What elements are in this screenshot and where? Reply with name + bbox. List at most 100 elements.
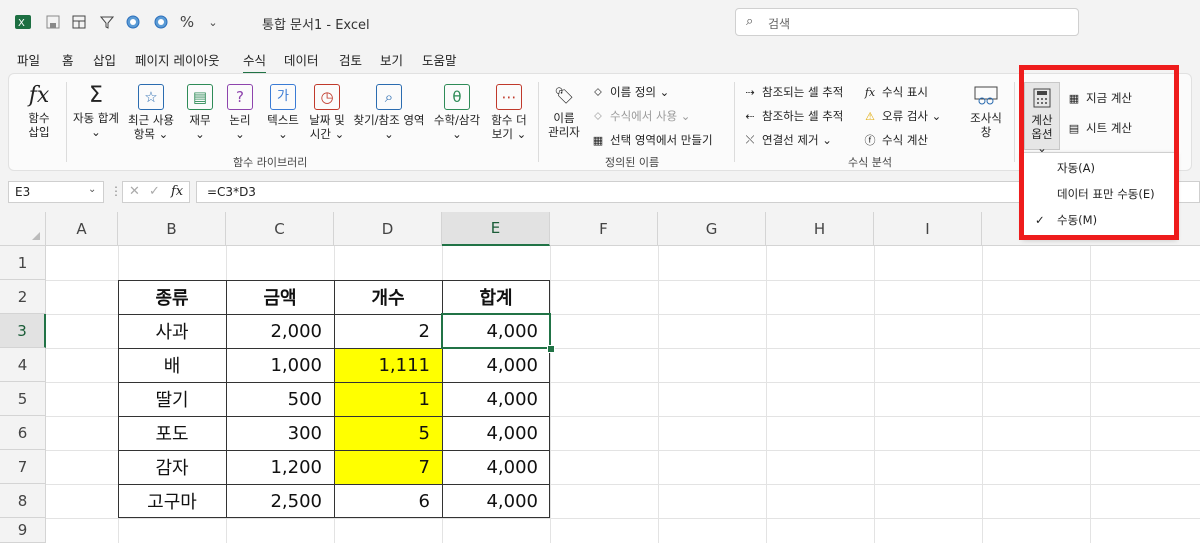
insert-function-button[interactable]: fx 함수 삽입 <box>20 84 58 140</box>
row-header-1[interactable]: 1 <box>0 246 46 280</box>
circle-icon-2[interactable] <box>152 13 170 31</box>
column-header-g[interactable]: G <box>658 212 766 246</box>
menu-page-layout[interactable]: 페이지 레이아웃 <box>135 50 219 69</box>
use-in-formula-button[interactable]: ⬦ 수식에서 사용 ⌄ <box>590 108 690 124</box>
fill-handle[interactable] <box>547 345 555 353</box>
save-icon[interactable] <box>44 13 62 31</box>
chevron-down-icon[interactable]: ⌄ <box>204 13 222 31</box>
autosum-button[interactable]: Σ 자동 합계 ⌄ <box>70 84 122 140</box>
insert-function-icon[interactable]: fx <box>171 184 183 199</box>
menu-review[interactable]: 검토 <box>339 50 362 69</box>
table-cell[interactable]: 6 <box>334 484 442 518</box>
table-cell[interactable]: 배 <box>118 348 226 382</box>
menu-formulas[interactable]: 수식 <box>243 50 267 75</box>
trace-dependents-button[interactable]: ⇠ 참조하는 셀 추적 <box>742 108 843 124</box>
row-header-2[interactable]: 2 <box>0 280 46 314</box>
percent-icon[interactable]: % <box>178 13 196 31</box>
column-header-h[interactable]: H <box>766 212 874 246</box>
table-cell[interactable]: 감자 <box>118 450 226 484</box>
menu-help[interactable]: 도움말 <box>422 50 457 69</box>
row-header-9[interactable]: 9 <box>0 518 46 543</box>
table-cell[interactable]: 5 <box>334 416 442 450</box>
row-header-5[interactable]: 5 <box>0 382 46 416</box>
column-header-f[interactable]: F <box>550 212 658 246</box>
row-header-3[interactable]: 3 <box>0 314 46 348</box>
table-cell[interactable]: 2,000 <box>226 314 334 348</box>
cancel-icon[interactable]: ✕ <box>129 184 140 199</box>
table-header-amount[interactable]: 금액 <box>226 280 334 314</box>
table-header-kind[interactable]: 종류 <box>118 280 226 314</box>
filter-icon[interactable] <box>98 13 116 31</box>
remove-arrows-button[interactable]: ⤬ 연결선 제거 ⌄ <box>742 132 832 148</box>
create-from-selection-button[interactable]: ▦ 선택 영역에서 만들기 <box>590 132 713 148</box>
table-cell[interactable]: 2 <box>334 314 442 348</box>
show-formulas-icon: fx <box>864 85 876 99</box>
table-cell[interactable]: 1,200 <box>226 450 334 484</box>
table-header-count[interactable]: 개수 <box>334 280 442 314</box>
financial-button[interactable]: ▤ 재무 ⌄ <box>182 84 218 141</box>
trace-precedents-button[interactable]: ⇢ 참조되는 셀 추적 <box>742 84 843 100</box>
search-box[interactable]: ⌕ 검색 <box>735 8 1079 36</box>
evaluate-formula-button[interactable]: ⓕ 수식 계산 <box>862 132 928 148</box>
row-header-4[interactable]: 4 <box>0 348 46 382</box>
column-header-c[interactable]: C <box>226 212 334 246</box>
menu-file[interactable]: 파일 <box>17 50 40 69</box>
check-icon[interactable]: ✓ <box>149 184 160 199</box>
lookup-reference-button[interactable]: ⌕ 찾기/참조 영역 ⌄ <box>350 84 428 141</box>
table-cell[interactable]: 7 <box>334 450 442 484</box>
column-header-d[interactable]: D <box>334 212 442 246</box>
table-cell[interactable]: 딸기 <box>118 382 226 416</box>
table-header-total[interactable]: 합계 <box>442 280 550 314</box>
column-header-a[interactable]: A <box>46 212 118 246</box>
menu-data[interactable]: 데이터 <box>284 50 319 69</box>
grid-icon[interactable] <box>70 13 88 31</box>
error-checking-button[interactable]: ⚠ 오류 검사 ⌄ <box>862 108 941 124</box>
row-header-6[interactable]: 6 <box>0 416 46 450</box>
circle-icon[interactable] <box>124 13 142 31</box>
column-header-e[interactable]: E <box>442 212 550 246</box>
chevron-down-icon[interactable]: ⌄ <box>88 184 96 195</box>
table-cell[interactable]: 1 <box>334 382 442 416</box>
evaluate-formula-label: 수식 계산 <box>882 133 928 147</box>
search-icon: ⌕ <box>746 14 754 29</box>
define-name-button[interactable]: ⬦ 이름 정의 ⌄ <box>590 84 669 100</box>
table-cell[interactable]: 4,000 <box>442 416 550 450</box>
menu-home[interactable]: 홈 <box>62 50 74 69</box>
table-cell[interactable]: 포도 <box>118 416 226 450</box>
create-from-selection-label: 선택 영역에서 만들기 <box>610 133 713 147</box>
recently-used-button[interactable]: ☆ 최근 사용 항목 ⌄ <box>124 84 178 141</box>
table-cell[interactable]: 300 <box>226 416 334 450</box>
table-cell[interactable]: 2,500 <box>226 484 334 518</box>
table-cell[interactable]: 500 <box>226 382 334 416</box>
math-trig-button[interactable]: θ 수학/삼각 ⌄ <box>428 84 486 141</box>
text-button[interactable]: 가 텍스트 ⌄ <box>260 84 306 141</box>
column-header-b[interactable]: B <box>118 212 226 246</box>
table-cell[interactable]: 사과 <box>118 314 226 348</box>
row-header-8[interactable]: 8 <box>0 484 46 518</box>
logical-icon: ? <box>227 84 253 110</box>
watch-window-button[interactable]: 조사식 창 <box>964 84 1008 139</box>
select-all-corner[interactable] <box>0 212 46 246</box>
table-cell[interactable]: 4,000 <box>442 382 550 416</box>
annotation-highlight-box <box>1019 65 1179 240</box>
table-cell[interactable]: 4,000 <box>442 484 550 518</box>
date-time-label-2: 시간 ⌄ <box>309 127 345 141</box>
date-time-button[interactable]: ◷ 날짜 및 시간 ⌄ <box>304 84 350 141</box>
table-cell[interactable]: 1,111 <box>334 348 442 382</box>
table-cell[interactable]: 4,000 <box>442 348 550 382</box>
table-cell[interactable]: 4,000 <box>442 450 550 484</box>
row-header-7[interactable]: 7 <box>0 450 46 484</box>
insert-function-label-2: 삽입 <box>28 125 50 139</box>
name-manager-button[interactable]: 🏷 이름 관리자 <box>544 84 584 140</box>
show-formulas-button[interactable]: fx 수식 표시 <box>862 84 928 100</box>
recently-used-label: 최근 사용 <box>128 113 174 127</box>
autosum-label: 자동 합계 <box>73 111 119 125</box>
column-header-i[interactable]: I <box>874 212 982 246</box>
table-cell[interactable]: 1,000 <box>226 348 334 382</box>
more-functions-button[interactable]: ⋯ 함수 더 보기 ⌄ <box>488 84 530 141</box>
table-cell[interactable]: 고구마 <box>118 484 226 518</box>
menu-view[interactable]: 보기 <box>380 50 403 69</box>
logical-button[interactable]: ? 논리 ⌄ <box>222 84 258 141</box>
magnifier-book-icon: ⌕ <box>376 84 402 110</box>
menu-insert[interactable]: 삽입 <box>93 50 116 69</box>
